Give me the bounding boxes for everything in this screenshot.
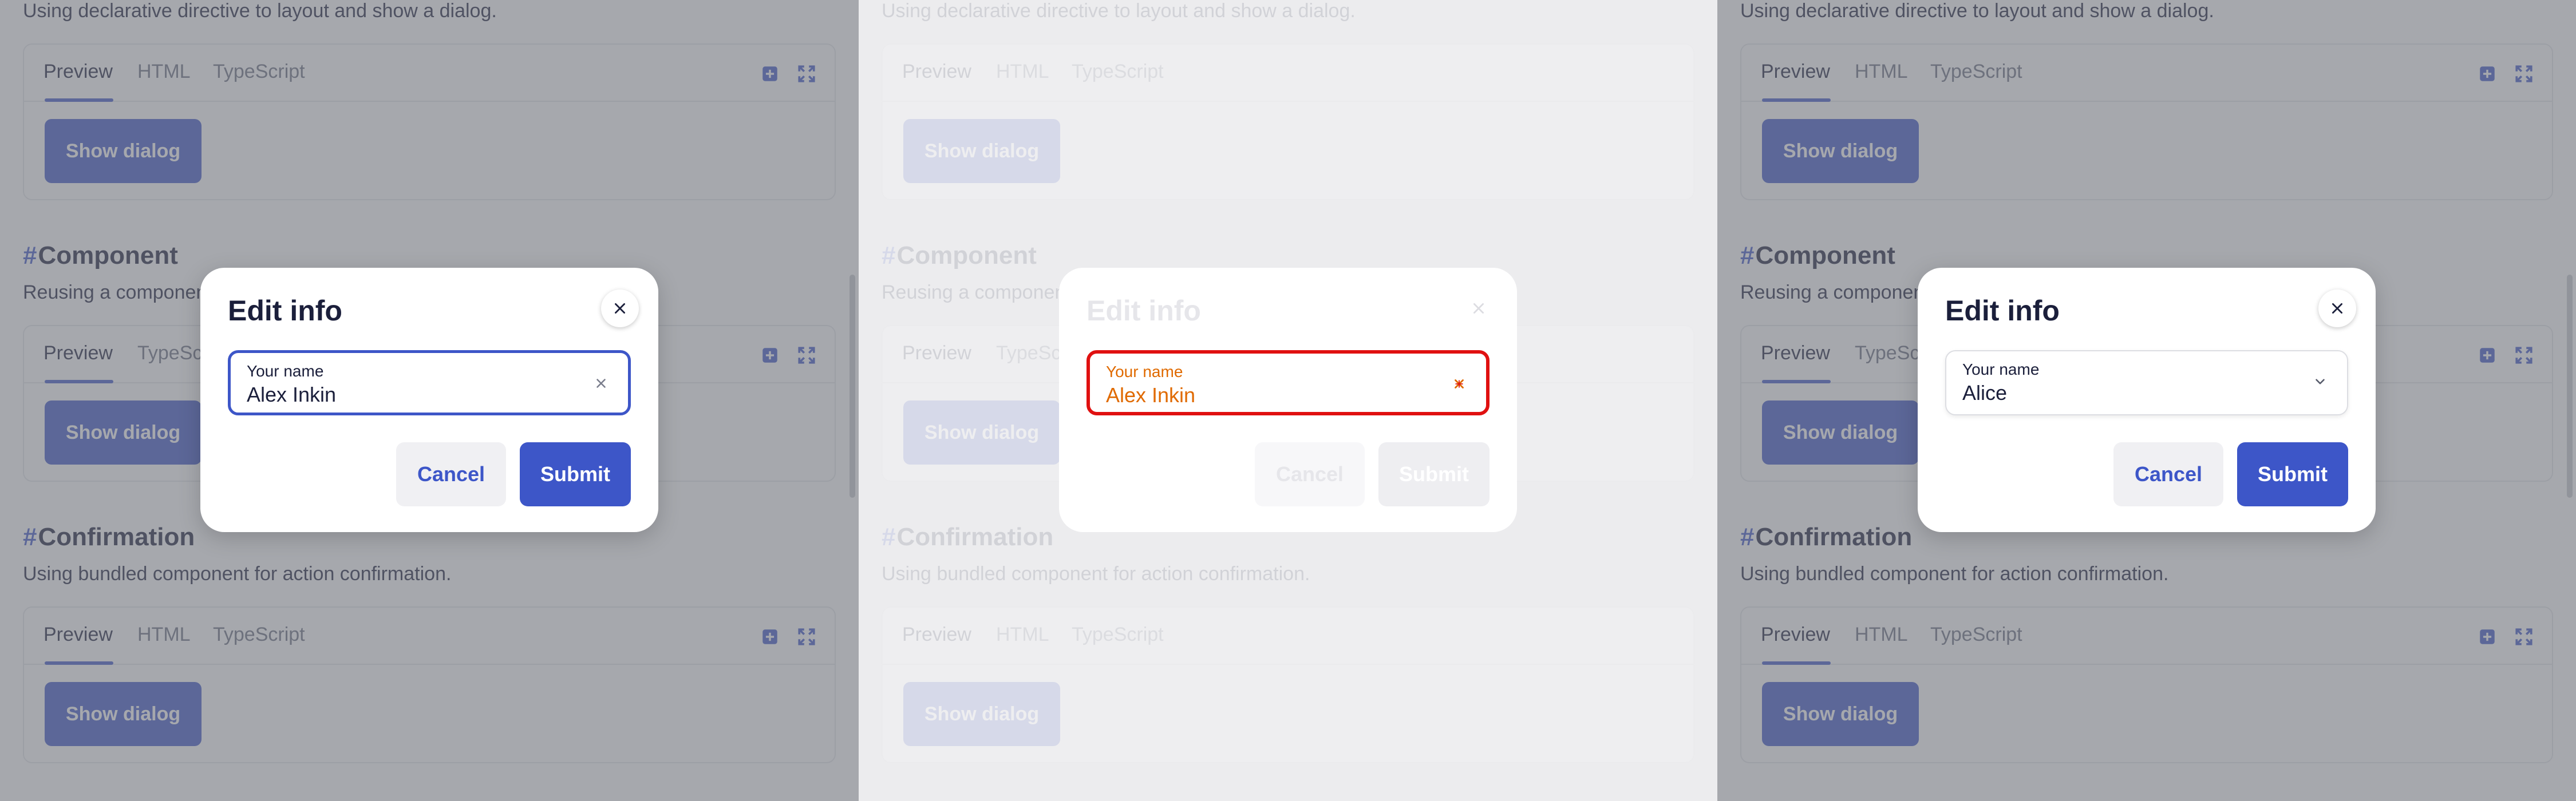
- name-select[interactable]: Your name Alice: [1945, 350, 2348, 415]
- name-input-value[interactable]: Alex Inkin: [247, 383, 336, 407]
- clear-icon[interactable]: [1449, 374, 1469, 394]
- close-button[interactable]: [2318, 290, 2356, 327]
- cancel-button[interactable]: Cancel: [396, 442, 506, 506]
- name-input-diff-highlight[interactable]: Your name Alex Inkin: [1086, 350, 1490, 415]
- anchor-hash[interactable]: #: [882, 523, 895, 551]
- close-button[interactable]: [1460, 290, 1498, 327]
- confirmation-heading: #Confirmation: [882, 523, 1053, 552]
- confirmation-heading-text: Confirmation: [896, 523, 1054, 551]
- submit-button[interactable]: Submit: [2237, 442, 2348, 506]
- cancel-button[interactable]: Cancel: [2113, 442, 2223, 506]
- component-heading: #Component: [882, 241, 1037, 270]
- tab-html[interactable]: HTML: [996, 61, 1049, 83]
- show-dialog-button[interactable]: Show dialog: [903, 119, 1060, 183]
- name-input-label: Your name: [247, 362, 324, 380]
- tab-typescript[interactable]: TypeScript: [1072, 624, 1164, 646]
- show-dialog-button[interactable]: Show dialog: [903, 400, 1060, 465]
- tab-html[interactable]: HTML: [996, 624, 1049, 646]
- component-description: Reusing a component: [882, 281, 1071, 303]
- confirmation-description: Using bundled component for action confi…: [882, 563, 1310, 585]
- comparison-panels: Using declarative directive to layout an…: [0, 0, 2576, 801]
- close-icon: [615, 303, 625, 314]
- name-select-label: Your name: [1962, 360, 2040, 378]
- cancel-button[interactable]: Cancel: [1255, 442, 1365, 506]
- demo-box-intro: Preview HTML TypeScript Show dialog: [882, 43, 1694, 200]
- panel-1: Using declarative directive to layout an…: [0, 0, 859, 801]
- tab-preview[interactable]: Preview: [902, 624, 971, 646]
- name-input-label: Your name: [1106, 363, 1183, 380]
- demo-tabs: Preview HTML TypeScript: [883, 608, 1693, 665]
- demo-preview: Show dialog: [883, 665, 1693, 762]
- intro-description: Using declarative directive to layout an…: [882, 0, 1356, 22]
- close-icon: [2332, 303, 2342, 314]
- demo-preview: Show dialog: [883, 102, 1693, 199]
- panel-2-diff: Using declarative directive to layout an…: [859, 0, 1717, 801]
- tab-typescript[interactable]: TypeScript: [1072, 61, 1164, 83]
- name-select-value[interactable]: Alice: [1962, 381, 2007, 405]
- close-icon: [1473, 303, 1484, 314]
- edit-info-dialog-diff: Edit info Your name Alex Inkin Cancel Su…: [1059, 268, 1517, 532]
- component-heading-text: Component: [896, 241, 1037, 269]
- anchor-hash[interactable]: #: [882, 241, 895, 269]
- name-input-value[interactable]: Alex Inkin: [1106, 383, 1195, 407]
- edit-info-dialog: Edit info Your name Alex Inkin Cancel Su…: [200, 268, 658, 532]
- dialog-title: Edit info: [1945, 295, 2060, 327]
- dialog-title: Edit info: [228, 295, 342, 327]
- show-dialog-button[interactable]: Show dialog: [903, 682, 1060, 746]
- demo-tabs: Preview HTML TypeScript: [883, 45, 1693, 102]
- submit-button[interactable]: Submit: [1378, 442, 1490, 506]
- tab-preview[interactable]: Preview: [902, 342, 971, 364]
- dialog-title: Edit info: [1086, 295, 1201, 327]
- chevron-down-icon[interactable]: [2310, 372, 2330, 391]
- panel-3: Using declarative directive to layout an…: [1717, 0, 2576, 801]
- name-input[interactable]: Your name Alex Inkin: [228, 350, 631, 415]
- edit-info-dialog: Edit info Your name Alice Cancel Submit: [1918, 268, 2376, 532]
- submit-button[interactable]: Submit: [520, 442, 631, 506]
- tab-preview[interactable]: Preview: [902, 61, 971, 83]
- clear-icon[interactable]: [591, 374, 611, 393]
- demo-box-confirmation: Preview HTML TypeScript Show dialog: [882, 606, 1694, 763]
- close-button[interactable]: [601, 290, 639, 327]
